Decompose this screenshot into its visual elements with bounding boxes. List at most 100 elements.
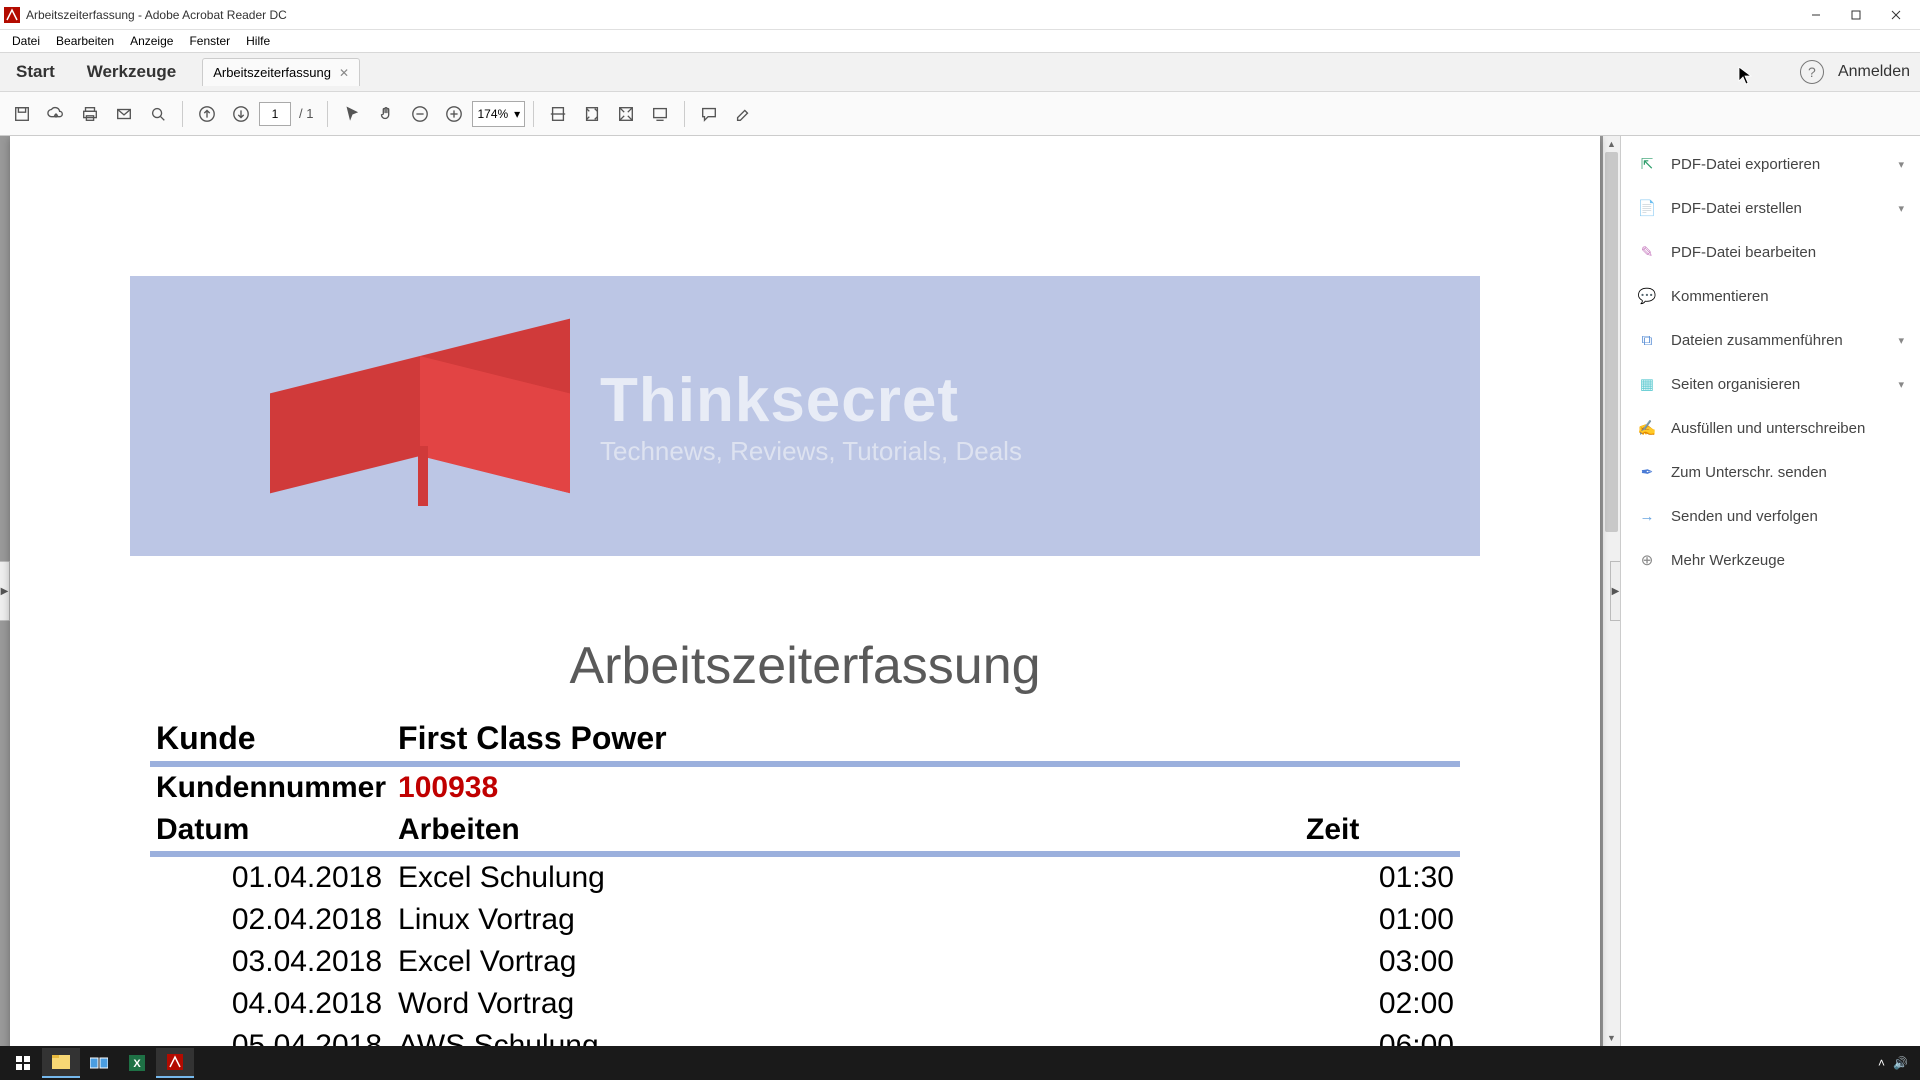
mail-icon[interactable] [108, 98, 140, 130]
signin-link[interactable]: Anmelden [1838, 63, 1910, 81]
tools-panel-item[interactable]: ▦ Seiten organisieren ▾ [1621, 362, 1920, 406]
close-button[interactable] [1876, 1, 1916, 29]
cell-arbeiten: Excel Vortrag [392, 941, 1300, 983]
document-viewport: ▶ ▲ ▼ ▶ Thinksecret Technews, Reviews, T… [0, 136, 1620, 1046]
tool-label: Ausfüllen und unterschreiben [1671, 420, 1865, 437]
print-icon[interactable] [74, 98, 106, 130]
table-row: 04.04.2018 Word Vortrag 02:00 [150, 983, 1460, 1025]
tool-label: Mehr Werkzeuge [1671, 552, 1785, 569]
menu-datei[interactable]: Datei [4, 32, 48, 50]
page-title: Arbeitszeiterfassung [150, 636, 1460, 696]
comment-icon[interactable] [693, 98, 725, 130]
tool-label: Dateien zusammenführen [1671, 332, 1843, 349]
table-row: 02.04.2018 Linux Vortrag 01:00 [150, 899, 1460, 941]
zoom-value: 174% [477, 107, 508, 121]
cell-zeit: 06:00 [1300, 1025, 1460, 1046]
pdf-page: Thinksecret Technews, Reviews, Tutorials… [10, 136, 1600, 1046]
tool-label: PDF-Datei bearbeiten [1671, 244, 1816, 261]
search-icon[interactable] [142, 98, 174, 130]
zoom-in-icon[interactable] [438, 98, 470, 130]
chevron-down-icon: ▾ [1898, 158, 1904, 171]
save-icon[interactable] [6, 98, 38, 130]
page-number-input[interactable] [259, 102, 291, 126]
taskbar: X ˄ 🔊 [0, 1046, 1920, 1080]
scrollbar-thumb[interactable] [1605, 152, 1618, 532]
tools-panel-item[interactable]: 📄 PDF-Datei erstellen ▾ [1621, 186, 1920, 230]
tool-label: PDF-Datei exportieren [1671, 156, 1820, 173]
tool-label: Seiten organisieren [1671, 376, 1800, 393]
cell-datum: 03.04.2018 [150, 941, 392, 983]
chevron-down-icon: ▾ [1898, 378, 1904, 391]
acrobat-taskbar-icon[interactable] [156, 1048, 194, 1078]
tab-start[interactable]: Start [0, 53, 71, 91]
tray-chevron-icon[interactable]: ˄ [1878, 1056, 1885, 1070]
zoom-select[interactable]: 174%▾ [472, 101, 525, 127]
toolbar: / 1 174%▾ [0, 92, 1920, 136]
menu-hilfe[interactable]: Hilfe [238, 32, 278, 50]
excel-icon[interactable]: X [118, 1048, 156, 1078]
tool-label: Zum Unterschr. senden [1671, 464, 1827, 481]
menu-anzeige[interactable]: Anzeige [122, 32, 181, 50]
fit-width-icon[interactable] [542, 98, 574, 130]
tools-panel-item[interactable]: ✎ PDF-Datei bearbeiten [1621, 230, 1920, 274]
banner-subtitle: Technews, Reviews, Tutorials, Deals [600, 436, 1022, 467]
highlight-icon[interactable] [727, 98, 759, 130]
minimize-button[interactable] [1796, 1, 1836, 29]
scroll-down-icon[interactable]: ▼ [1603, 1030, 1620, 1046]
menu-bearbeiten[interactable]: Bearbeiten [48, 32, 122, 50]
table-row: 01.04.2018 Excel Schulung 01:30 [150, 854, 1460, 899]
page-down-icon[interactable] [225, 98, 257, 130]
left-panel-toggle[interactable]: ▶ [0, 561, 10, 621]
tools-panel-item[interactable]: ⇱ PDF-Datei exportieren ▾ [1621, 142, 1920, 186]
window-title: Arbeitszeiterfassung - Adobe Acrobat Rea… [26, 8, 1796, 22]
tools-panel-item[interactable]: ⧉ Dateien zusammenführen ▾ [1621, 318, 1920, 362]
read-mode-icon[interactable] [644, 98, 676, 130]
chevron-down-icon: ▾ [1898, 334, 1904, 347]
volume-icon[interactable]: 🔊 [1893, 1056, 1908, 1070]
fullscreen-icon[interactable] [610, 98, 642, 130]
table-row: 03.04.2018 Excel Vortrag 03:00 [150, 941, 1460, 983]
tools-panel-item[interactable]: ✍ Ausfüllen und unterschreiben [1621, 406, 1920, 450]
cell-zeit: 03:00 [1300, 941, 1460, 983]
cloud-up-icon[interactable] [40, 98, 72, 130]
right-panel-toggle[interactable]: ▶ [1610, 561, 1620, 621]
explorer-icon[interactable] [42, 1048, 80, 1078]
tool-label: Kommentieren [1671, 288, 1769, 305]
help-icon[interactable]: ? [1800, 60, 1824, 84]
kunde-value: First Class Power [392, 716, 1460, 764]
tab-werkzeuge[interactable]: Werkzeuge [71, 53, 192, 91]
tools-panel-item[interactable]: ✒ Zum Unterschr. senden [1621, 450, 1920, 494]
zoom-out-icon[interactable] [404, 98, 436, 130]
cell-arbeiten: Excel Schulung [392, 854, 1300, 899]
tool-label: Senden und verfolgen [1671, 508, 1818, 525]
menu-fenster[interactable]: Fenster [181, 32, 238, 50]
tools-panel-item[interactable]: 💬 Kommentieren [1621, 274, 1920, 318]
fit-page-icon[interactable] [576, 98, 608, 130]
tabs-row: Start Werkzeuge Arbeitszeiterfassung ✕ ?… [0, 52, 1920, 92]
tool-icon: ▦ [1637, 374, 1657, 394]
tool-icon: 📄 [1637, 198, 1657, 218]
tools-panel-item[interactable]: → Senden und verfolgen [1621, 494, 1920, 538]
taskview-icon[interactable] [80, 1048, 118, 1078]
cell-zeit: 01:00 [1300, 899, 1460, 941]
acrobat-icon [4, 7, 20, 23]
scroll-up-icon[interactable]: ▲ [1603, 136, 1620, 152]
tab-document[interactable]: Arbeitszeiterfassung ✕ [202, 58, 360, 86]
maximize-button[interactable] [1836, 1, 1876, 29]
start-menu-icon[interactable] [4, 1048, 42, 1078]
chevron-down-icon: ▾ [1898, 202, 1904, 215]
page-up-icon[interactable] [191, 98, 223, 130]
tools-panel-item[interactable]: ⊕ Mehr Werkzeuge [1621, 538, 1920, 582]
system-tray[interactable]: ˄ 🔊 [1878, 1056, 1916, 1070]
banner-title: Thinksecret [600, 365, 1022, 436]
pointer-icon[interactable] [336, 98, 368, 130]
hand-icon[interactable] [370, 98, 402, 130]
cell-datum: 01.04.2018 [150, 854, 392, 899]
cell-datum: 04.04.2018 [150, 983, 392, 1025]
titlebar: Arbeitszeiterfassung - Adobe Acrobat Rea… [0, 0, 1920, 30]
cell-zeit: 02:00 [1300, 983, 1460, 1025]
tab-close-icon[interactable]: ✕ [339, 66, 349, 80]
tool-icon: ✍ [1637, 418, 1657, 438]
tool-label: PDF-Datei erstellen [1671, 200, 1802, 217]
graduation-cap-icon [270, 316, 570, 516]
